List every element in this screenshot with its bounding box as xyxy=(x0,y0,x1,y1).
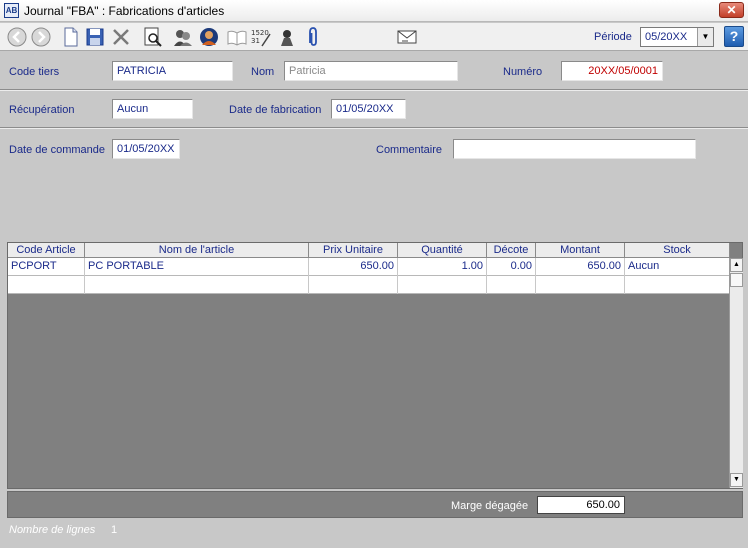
marge-value: 650.00 xyxy=(537,496,625,514)
date-fabrication-field[interactable]: 01/05/20XX xyxy=(331,99,406,119)
cell-quantite[interactable]: 1.00 xyxy=(398,258,487,276)
date-commande-label: Date de commande xyxy=(9,144,105,156)
numero-field[interactable]: 20XX/05/0001 xyxy=(561,61,663,81)
app-icon: AB xyxy=(4,3,19,18)
toolbar: 1520 31 Période 05/20XX ▼ ? xyxy=(0,23,748,51)
column-header-decote[interactable]: Décote xyxy=(487,243,536,258)
envelope-icon[interactable] xyxy=(396,26,418,48)
title-bar: AB Journal "FBA" : Fabrications d'articl… xyxy=(0,0,748,22)
periode-label: Période xyxy=(594,31,632,43)
svg-text:31: 31 xyxy=(251,37,260,45)
cell-stock[interactable]: Aucun xyxy=(625,258,730,276)
code-tiers-field[interactable]: PATRICIA xyxy=(112,61,233,81)
users-icon[interactable] xyxy=(172,26,194,48)
column-header-code-article[interactable]: Code Article xyxy=(8,243,85,258)
periode-value: 05/20XX xyxy=(645,31,688,43)
save-icon[interactable] xyxy=(84,26,106,48)
svg-text:1520: 1520 xyxy=(251,29,269,37)
forward-icon[interactable] xyxy=(30,26,52,48)
scroll-up-icon[interactable]: ▲ xyxy=(730,258,743,272)
cell-montant[interactable] xyxy=(536,276,625,294)
cell-stock[interactable] xyxy=(625,276,730,294)
table-row[interactable] xyxy=(8,276,730,294)
code-tiers-label: Code tiers xyxy=(9,66,60,78)
help-button[interactable]: ? xyxy=(724,26,744,47)
numbering-icon[interactable]: 1520 31 xyxy=(250,26,272,48)
stamp-icon[interactable] xyxy=(276,26,298,48)
commentaire-label: Commentaire xyxy=(376,144,443,156)
window-title: Journal "FBA" : Fabrications d'articles xyxy=(24,4,225,18)
column-header-quantite[interactable]: Quantité xyxy=(398,243,487,258)
recuperation-field[interactable]: Aucun xyxy=(112,99,193,119)
periode-select[interactable]: 05/20XX ▼ xyxy=(640,27,714,47)
nom-label: Nom xyxy=(251,66,275,78)
date-fabrication-label: Date de fabrication xyxy=(229,104,322,116)
cell-prix-unitaire[interactable]: 650.00 xyxy=(309,258,398,276)
delete-icon[interactable] xyxy=(110,26,132,48)
attachment-icon[interactable] xyxy=(302,26,324,48)
numero-label: Numéro xyxy=(503,66,543,78)
cell-decote[interactable] xyxy=(487,276,536,294)
marge-label: Marge dégagée xyxy=(451,500,529,512)
book-icon[interactable] xyxy=(226,26,248,48)
close-button[interactable]: ✕ xyxy=(719,2,744,18)
table-row[interactable]: PCPORT PC PORTABLE 650.00 1.00 0.00 650.… xyxy=(8,258,730,276)
column-header-prix-unitaire[interactable]: Prix Unitaire xyxy=(309,243,398,258)
cell-code-article[interactable]: PCPORT xyxy=(8,258,85,276)
grid-scrollbar[interactable]: ▲ ▼ xyxy=(729,258,743,488)
commentaire-field[interactable] xyxy=(453,139,696,159)
cell-decote[interactable]: 0.00 xyxy=(487,258,536,276)
cell-code-article[interactable] xyxy=(8,276,85,294)
status-line-count-label: Nombre de lignes xyxy=(9,524,96,536)
nom-field[interactable]: Patricia xyxy=(284,61,458,81)
grid-header: Code Article Nom de l'article Prix Unita… xyxy=(8,243,730,258)
status-line-count: 1 xyxy=(111,524,118,536)
contact-icon[interactable] xyxy=(198,26,220,48)
column-header-stock[interactable]: Stock xyxy=(625,243,730,258)
column-header-montant[interactable]: Montant xyxy=(536,243,625,258)
new-document-icon[interactable] xyxy=(60,26,82,48)
recuperation-label: Récupération xyxy=(9,104,75,116)
preview-icon[interactable] xyxy=(142,26,164,48)
cell-prix-unitaire[interactable] xyxy=(309,276,398,294)
cell-nom-article[interactable]: PC PORTABLE xyxy=(85,258,309,276)
chevron-down-icon[interactable]: ▼ xyxy=(697,28,713,46)
scroll-thumb[interactable] xyxy=(730,273,743,287)
cell-montant[interactable]: 650.00 xyxy=(536,258,625,276)
date-commande-field[interactable]: 01/05/20XX xyxy=(112,139,180,159)
back-icon[interactable] xyxy=(6,26,28,48)
scroll-down-icon[interactable]: ▼ xyxy=(730,473,743,487)
cell-quantite[interactable] xyxy=(398,276,487,294)
articles-grid: Code Article Nom de l'article Prix Unita… xyxy=(7,242,743,489)
totals-bar: Marge dégagée 650.00 xyxy=(7,491,743,518)
column-header-nom-article[interactable]: Nom de l'article xyxy=(85,243,309,258)
cell-nom-article[interactable] xyxy=(85,276,309,294)
